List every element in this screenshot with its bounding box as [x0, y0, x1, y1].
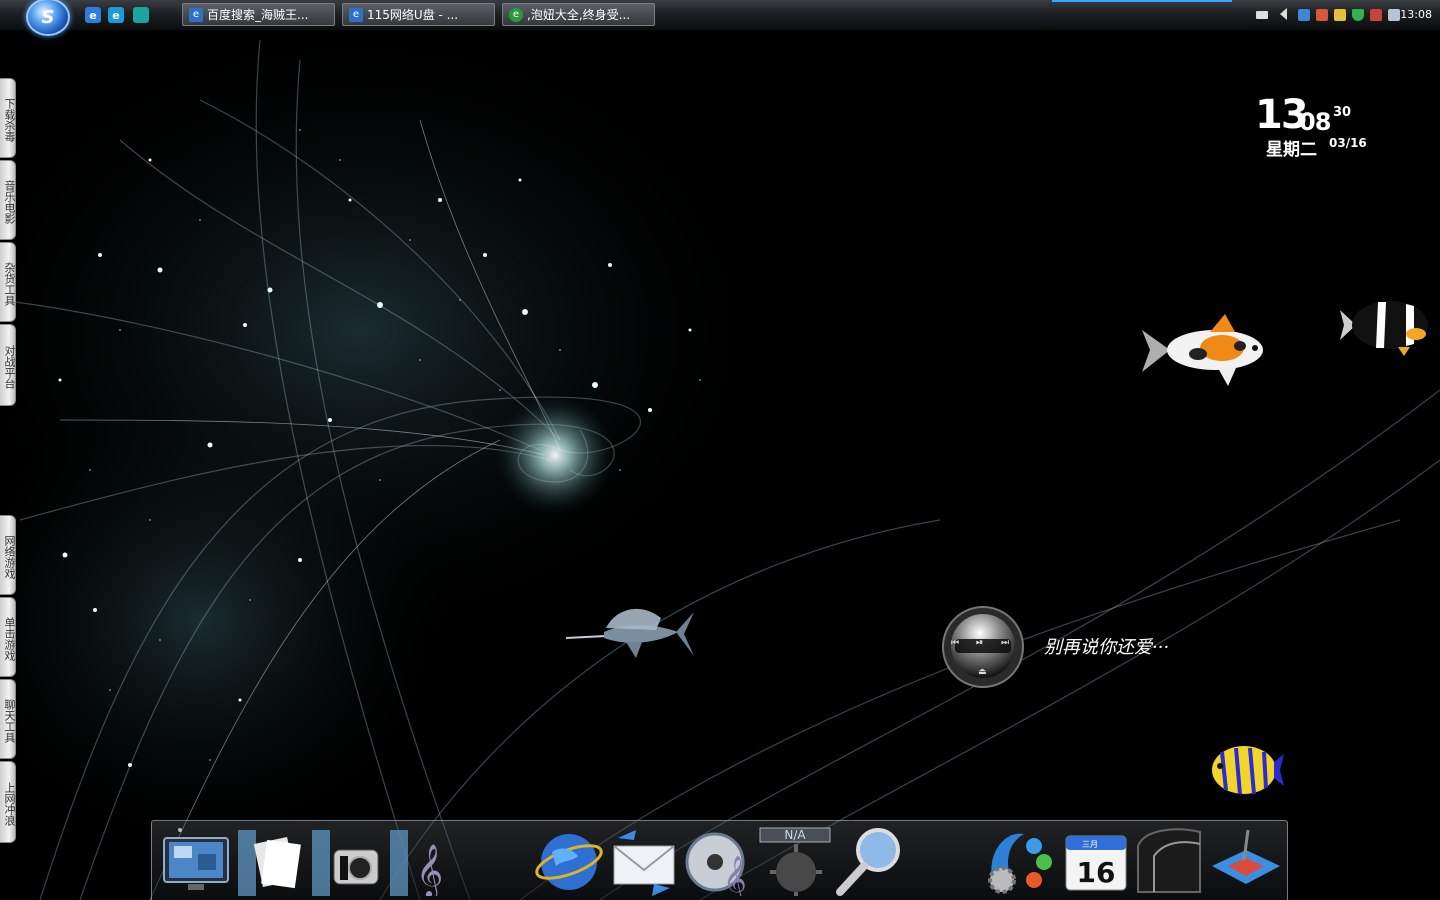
clock-gadget[interactable]: 13 08 30 星期二 03/16: [1250, 92, 1370, 162]
dock-documents-icon[interactable]: [234, 826, 310, 896]
dock-search-icon[interactable]: [834, 826, 908, 896]
task-button-label: ,泡妞大全,终身受...: [527, 8, 631, 22]
dock-music-icon[interactable]: 𝄞: [388, 826, 454, 896]
side-tab-online-games[interactable]: 网络游戏: [0, 515, 16, 595]
now-playing-title: 别再说你还爱···: [1044, 637, 1170, 658]
dock-pictures-icon[interactable]: [310, 826, 382, 896]
dock-computer-icon[interactable]: [158, 826, 234, 896]
tray-clock[interactable]: 13:08: [1400, 8, 1432, 21]
user-icon[interactable]: [1316, 9, 1328, 21]
clock-second: 30: [1333, 105, 1352, 120]
system-tray: 13:08: [1230, 0, 1440, 30]
previous-track-button[interactable]: ⏮: [951, 638, 959, 648]
shield-icon[interactable]: [1352, 9, 1364, 21]
svg-text:𝄞: 𝄞: [416, 843, 443, 896]
dock-internet-icon[interactable]: [532, 826, 606, 896]
side-tab-music-movies[interactable]: 音乐电影: [0, 160, 16, 240]
browser-green-icon: e: [509, 7, 523, 22]
expand-tray-icon[interactable]: [1280, 8, 1287, 20]
side-tab-misc-tools[interactable]: 杂货工具: [0, 242, 16, 322]
network-icon[interactable]: [1298, 9, 1310, 21]
taskbar: e e e 百度搜索_海贼王... e 115网络U盘 - ... e ,泡妞大…: [0, 0, 1440, 31]
dock-weather-icon[interactable]: N/A: [758, 826, 834, 896]
dock-stack-icon[interactable]: [1134, 826, 1206, 896]
svg-text:𝄞: 𝄞: [723, 856, 747, 896]
eject-button[interactable]: ⏏: [978, 667, 987, 677]
side-tab-chat-tools[interactable]: 聊天工具: [0, 679, 16, 759]
ie-page-icon: e: [189, 7, 203, 22]
dock-media-player-icon[interactable]: 𝄞: [683, 826, 759, 896]
dock-settings-icon[interactable]: [984, 826, 1058, 896]
ie-page-icon: e: [349, 7, 363, 22]
dock-calendar-icon[interactable]: 三月 16: [1062, 826, 1132, 896]
play-pause-button[interactable]: ⏯: [976, 638, 983, 648]
volume-icon[interactable]: [1388, 9, 1400, 21]
antivirus-icon[interactable]: [1370, 9, 1382, 21]
side-tab-surf-web[interactable]: 上网冲浪: [0, 761, 16, 843]
ie-alt-icon[interactable]: e: [108, 7, 124, 23]
task-button-browser[interactable]: e ,泡妞大全,终身受...: [502, 3, 655, 26]
calendar-day-label: 16: [1077, 856, 1116, 889]
security-alert-icon[interactable]: [1334, 9, 1346, 21]
dock-mail-icon[interactable]: [608, 826, 680, 896]
task-button-label: 115网络U盘 - ...: [367, 8, 459, 22]
task-button-115-drive[interactable]: e 115网络U盘 - ...: [342, 3, 495, 26]
dock-tools-icon[interactable]: [1208, 826, 1284, 896]
angelfish-sprite: [1212, 746, 1284, 795]
next-track-button[interactable]: ⏭: [1001, 638, 1009, 648]
taskbar-accent-line: [1052, 0, 1232, 2]
clock-minute: 08: [1299, 108, 1331, 136]
side-tab-single-games[interactable]: 单击游戏: [0, 597, 16, 677]
weather-na-label: N/A: [784, 828, 806, 842]
goldfish-sprite: [1142, 314, 1263, 386]
clock-date: 03/16: [1329, 136, 1367, 150]
task-button-baidu[interactable]: e 百度搜索_海贼王...: [182, 3, 335, 26]
clownfish-sprite: [1340, 301, 1428, 356]
keyboard-icon[interactable]: [1256, 11, 1268, 19]
calendar-month-label: 三月: [1082, 840, 1098, 849]
clock-weekday: 星期二: [1266, 140, 1317, 160]
side-tab-battle-platform[interactable]: 对战平台: [0, 324, 16, 406]
task-button-label: 百度搜索_海贼王...: [207, 8, 309, 22]
show-desktop-icon[interactable]: [133, 7, 149, 23]
ie-icon[interactable]: e: [85, 7, 101, 23]
side-tab-download-antivirus[interactable]: 下载杀毒: [0, 78, 16, 158]
swordfish-sprite: [566, 608, 694, 658]
